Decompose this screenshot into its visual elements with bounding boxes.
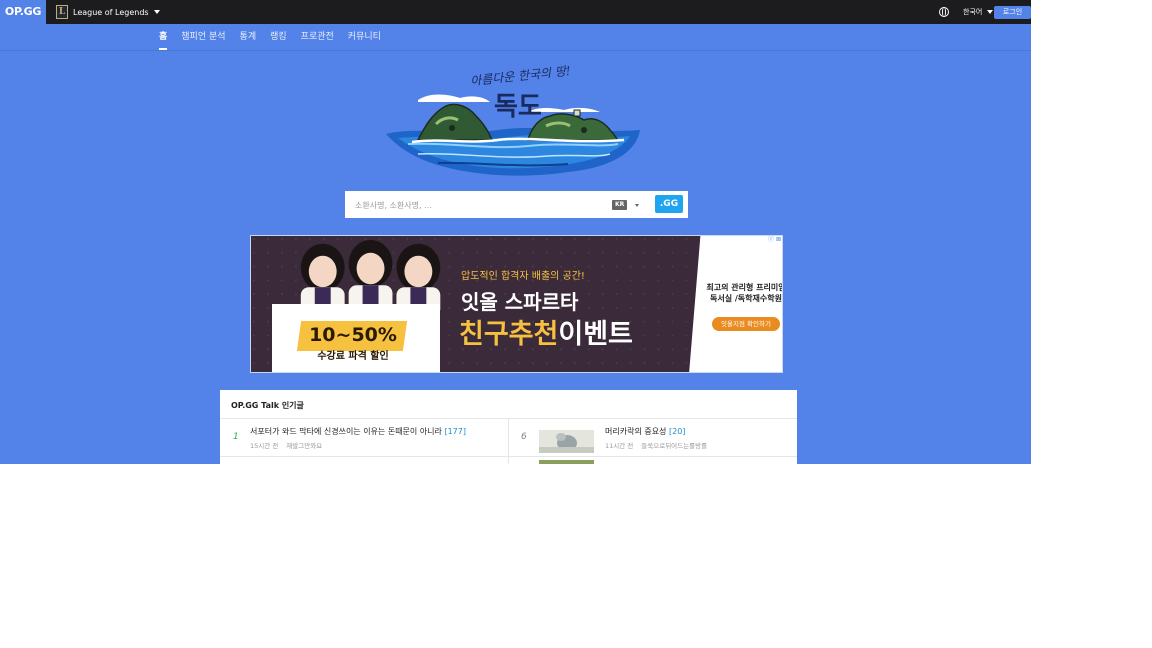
tab-champion-analysis[interactable]: 챔피언 분석 [181,24,225,50]
language-selector[interactable]: 한국어 [939,7,994,17]
ad-event-highlight: 친구추천 [459,319,559,350]
post-title-text: 서포터가 와드 막타에 신경쓰이는 이유는 돈때문이 아니라 [250,427,442,436]
talk-panel-title: OP.GG Talk 인기글 [231,401,304,410]
ad-percent: 10~50% [309,324,397,346]
tab-ranking[interactable]: 랭킹 [270,24,287,50]
tab-community[interactable]: 커뮤니티 [348,24,381,50]
ad-headline: 잇올 스파르타 [461,290,579,314]
search-button[interactable]: .GG [655,195,683,213]
advertisement-banner[interactable]: 10~50% 수강료 파격 할인 압도적인 합격자 배출의 공간! 잇올 스파르… [250,235,783,373]
login-button[interactable]: 로그인 [994,6,1031,19]
chevron-down-icon [987,10,994,14]
post-thumbnail-image [539,423,594,453]
hero-title: 독도 [494,92,542,122]
ad-side-text: 최고의 관리형 프리미엄독서실 /독학재수학원 [706,283,783,303]
post-author: 들쑥으로뒤어드는롤방롤 [641,442,708,450]
post-rank: 1 [233,432,239,442]
app-window: OP.GG L League of Legends 한국어 로그인 홈 챔피언 … [0,0,1031,464]
main-nav: 홈 챔피언 분석 통계 랭킹 프로관전 커뮤니티 [159,24,381,50]
post-meta: 15시간 전 재발그만와요 [250,440,322,450]
globe-icon [939,7,949,17]
region-selector[interactable]: KR [612,200,640,210]
post-author: 재발그만와요 [286,442,323,450]
ad-event-title: 친구추천이벤트 [459,312,633,351]
post-thumbnail[interactable] [539,460,594,464]
tab-statistics[interactable]: 통계 [240,24,257,50]
opgg-logo[interactable]: OP.GG [0,0,46,24]
post-rank: 6 [521,432,527,442]
region-badge: KR [612,200,628,210]
game-selector[interactable]: L League of Legends [56,5,160,19]
ad-cta-button[interactable]: 잇올지점 확인하기 [712,317,780,331]
league-of-legends-icon: L [56,5,68,19]
hero-doodle: 아름다운 한국의 땅! 독도 [378,64,650,182]
ad-tagline: 압도적인 합격자 배출의 공간! [461,271,585,282]
talk-post-1[interactable]: 1 서포터가 와드 막타에 신경쓰이는 이유는 돈때문이 아니라 [177] 1… [220,419,508,456]
post-title: 서포터가 와드 막타에 신경쓰이는 이유는 돈때문이 아니라 [177] [250,426,466,437]
tab-home[interactable]: 홈 [159,24,168,50]
chevron-down-icon [153,10,160,14]
post-title: 머리카락의 중요성 [20] [605,426,685,437]
language-label: 한국어 [963,8,983,16]
post-time: 11시간 전 [605,442,634,450]
ad-close-icon[interactable]: Ⓘ ⊠ [767,236,782,244]
post-comment-count: [20] [668,427,686,436]
top-bar: OP.GG L League of Legends 한국어 로그인 [0,0,1031,24]
summoner-search-bar: KR .GG [345,191,688,218]
post-title-text: 머리카락의 중요성 [605,427,667,436]
ad-side-panel [689,236,782,372]
chevron-down-icon [635,203,640,207]
game-selector-label: League of Legends [73,7,149,17]
post-comment-count: [177] [444,427,466,436]
talk-row-divider [220,456,797,457]
ad-event-rest: 이벤트 [558,319,633,350]
post-time: 15시간 전 [250,442,279,450]
talk-post-6[interactable]: 6 머리카락의 중요성 [20] 11시간 전 들쑥으로뒤어드는롤방롤 [509,419,797,456]
search-input[interactable] [353,197,607,214]
nav-divider [0,50,1031,51]
tab-pro-match[interactable]: 프로관전 [301,24,334,50]
ad-discount: 수강료 파격 할인 [317,351,389,362]
talk-popular-panel: OP.GG Talk 인기글 1 서포터가 와드 막타에 신경쓰이는 이유는 돈… [220,390,797,464]
post-thumbnail [539,423,594,453]
post-meta: 11시간 전 들쑥으로뒤어드는롤방롤 [605,440,707,450]
